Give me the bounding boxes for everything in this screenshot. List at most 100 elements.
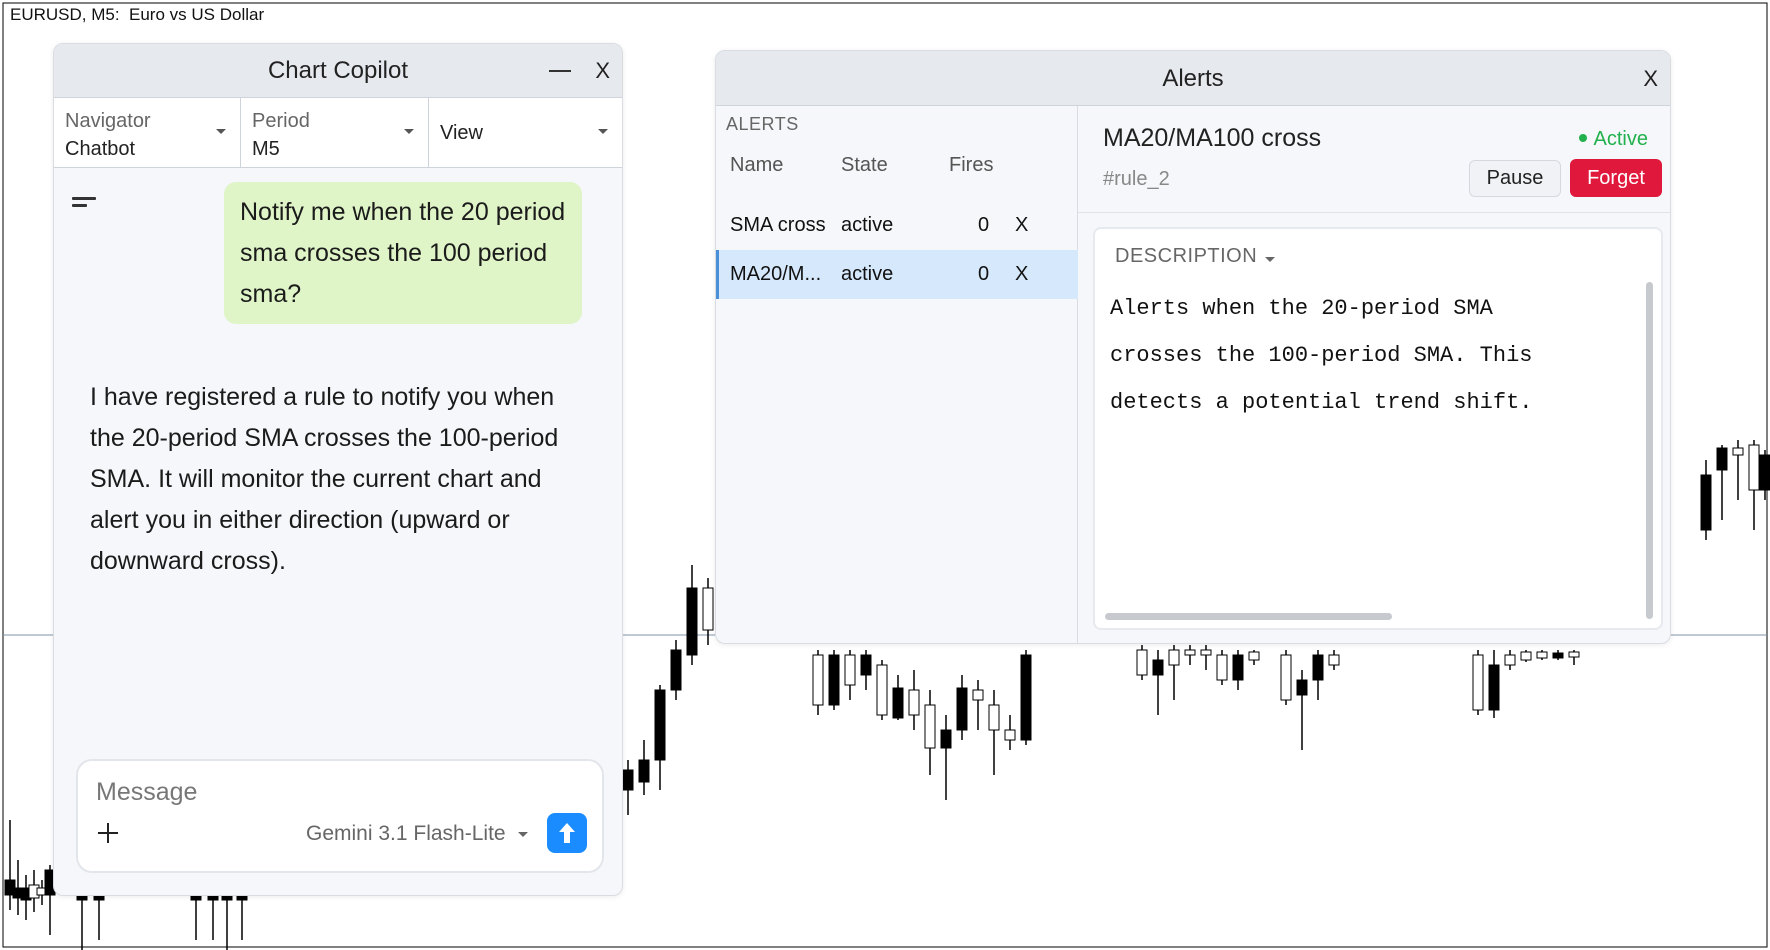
candle-body bbox=[812, 654, 824, 706]
chevron-down-icon bbox=[404, 129, 414, 134]
candle-body bbox=[1200, 649, 1212, 656]
alert-fires: 0 bbox=[978, 263, 990, 285]
copilot-close-button[interactable]: X bbox=[595, 44, 610, 98]
message-composer: Gemini 3.1 Flash-Lite bbox=[76, 759, 604, 873]
menu-icon[interactable] bbox=[72, 197, 96, 209]
candle-body bbox=[1296, 679, 1308, 696]
candle-body bbox=[860, 654, 872, 676]
candle-body bbox=[638, 759, 650, 783]
alert-detail-header: MA20/MA100 cross #rule_2 Active Pause Fo… bbox=[1078, 106, 1670, 213]
copilot-header[interactable]: Chart Copilot X bbox=[54, 44, 622, 98]
candle-body bbox=[1700, 474, 1712, 531]
candle-body bbox=[1248, 651, 1260, 661]
alert-row[interactable]: SMA cross active 0 X bbox=[716, 201, 1078, 250]
alert-state: active bbox=[841, 263, 894, 285]
alert-row-selected[interactable]: MA20/M... active 0 X bbox=[716, 250, 1078, 299]
plus-icon[interactable] bbox=[98, 823, 118, 843]
period-value: M5 bbox=[252, 138, 280, 160]
column-header-state[interactable]: State bbox=[841, 154, 888, 177]
candle-body bbox=[828, 654, 840, 706]
candle-body bbox=[1136, 649, 1148, 676]
candle-body bbox=[1732, 447, 1744, 456]
view-select[interactable]: View bbox=[429, 98, 622, 167]
chevron-down-icon bbox=[518, 832, 528, 837]
navigator-label: Navigator bbox=[65, 110, 151, 132]
candle-body bbox=[1520, 651, 1532, 661]
assistant-message: I have registered a rule to notify you w… bbox=[90, 383, 559, 575]
period-select[interactable]: Period M5 bbox=[241, 98, 429, 167]
chart-symbol-title: EURUSD, M5: Euro vs US Dollar bbox=[10, 5, 265, 24]
vertical-scrollbar[interactable] bbox=[1646, 282, 1653, 619]
remove-alert-button[interactable]: X bbox=[1015, 201, 1028, 250]
pause-button[interactable]: Pause bbox=[1469, 160, 1561, 197]
description-toggle[interactable]: DESCRIPTION bbox=[1115, 245, 1257, 268]
candle-body bbox=[1552, 652, 1564, 659]
candle-body bbox=[1716, 447, 1728, 471]
chevron-down-icon bbox=[598, 129, 608, 134]
send-button[interactable] bbox=[547, 813, 587, 853]
candle-body bbox=[908, 689, 920, 716]
candle-body bbox=[1168, 649, 1180, 666]
candle-body bbox=[940, 729, 952, 749]
view-value: View bbox=[440, 122, 483, 144]
column-header-fires[interactable]: Fires bbox=[949, 154, 993, 177]
candle-body bbox=[844, 654, 856, 686]
alert-detail-name: MA20/MA100 cross bbox=[1103, 124, 1322, 152]
candle-body bbox=[924, 704, 936, 749]
alert-name: MA20/M... bbox=[730, 263, 822, 285]
candle-body bbox=[702, 587, 714, 631]
alert-rule-id: #rule_2 bbox=[1103, 168, 1170, 190]
candle-body bbox=[1488, 664, 1500, 711]
alert-fires: 0 bbox=[978, 214, 990, 236]
candle-body bbox=[622, 769, 634, 791]
candle-body bbox=[1568, 651, 1580, 658]
chevron-down-icon bbox=[1265, 257, 1275, 262]
alerts-list bbox=[716, 106, 1078, 643]
candle-body bbox=[972, 689, 984, 701]
chart-copilot-panel: Chart Copilot X Navigator Chatbot Period… bbox=[53, 43, 623, 896]
candle-body bbox=[1472, 654, 1484, 711]
arrow-up-icon bbox=[559, 823, 575, 843]
alerts-header[interactable]: Alerts X bbox=[716, 51, 1670, 106]
copilot-toolbar: Navigator Chatbot Period M5 View bbox=[54, 98, 622, 168]
alerts-title: Alerts bbox=[1162, 65, 1224, 92]
status-dot-icon bbox=[1578, 133, 1587, 142]
alerts-panel: Alerts X ALERTS Name State Fires SMA cro… bbox=[715, 50, 1671, 644]
column-header-name[interactable]: Name bbox=[730, 154, 783, 177]
candle-body bbox=[1004, 729, 1016, 741]
candle-body bbox=[654, 689, 666, 761]
candle-body bbox=[1748, 444, 1760, 491]
user-message: Notify me when the 20 period sma crosses… bbox=[224, 182, 582, 324]
navigator-select[interactable]: Navigator Chatbot bbox=[54, 98, 241, 167]
candle-body bbox=[1280, 654, 1292, 701]
candle-body bbox=[988, 704, 1000, 731]
description-text: Alerts when the 20-period SMA crosses th… bbox=[1110, 296, 1533, 415]
candle-body bbox=[1536, 651, 1548, 659]
alert-detail: MA20/MA100 cross #rule_2 Active Pause Fo… bbox=[1078, 106, 1670, 643]
candle-body bbox=[1312, 654, 1324, 681]
alerts-section-label: ALERTS bbox=[726, 114, 799, 134]
candle-body bbox=[1216, 654, 1228, 681]
status-text: Active bbox=[1593, 128, 1648, 150]
candle-body bbox=[956, 687, 968, 731]
candle-body bbox=[892, 687, 904, 719]
candle-body bbox=[1184, 649, 1196, 656]
chevron-down-icon bbox=[216, 129, 226, 134]
candle-body bbox=[1759, 454, 1770, 491]
minimize-icon[interactable] bbox=[549, 70, 571, 72]
description-box: DESCRIPTION Alerts when the 20-period SM… bbox=[1093, 227, 1663, 630]
candle-body bbox=[876, 664, 888, 716]
alerts-close-button[interactable]: X bbox=[1643, 51, 1658, 107]
candle-body bbox=[686, 587, 698, 656]
horizontal-scrollbar[interactable] bbox=[1105, 613, 1392, 620]
model-select[interactable]: Gemini 3.1 Flash-Lite bbox=[306, 819, 506, 849]
candle-body bbox=[1020, 654, 1032, 741]
copilot-title: Chart Copilot bbox=[267, 57, 409, 84]
remove-alert-button[interactable]: X bbox=[1015, 250, 1028, 299]
candle-body bbox=[236, 895, 248, 901]
message-input[interactable] bbox=[96, 775, 576, 809]
candle-body bbox=[1232, 654, 1244, 681]
status-badge: Active bbox=[1578, 128, 1648, 151]
alert-state: active bbox=[841, 214, 894, 236]
forget-button[interactable]: Forget bbox=[1570, 159, 1662, 197]
